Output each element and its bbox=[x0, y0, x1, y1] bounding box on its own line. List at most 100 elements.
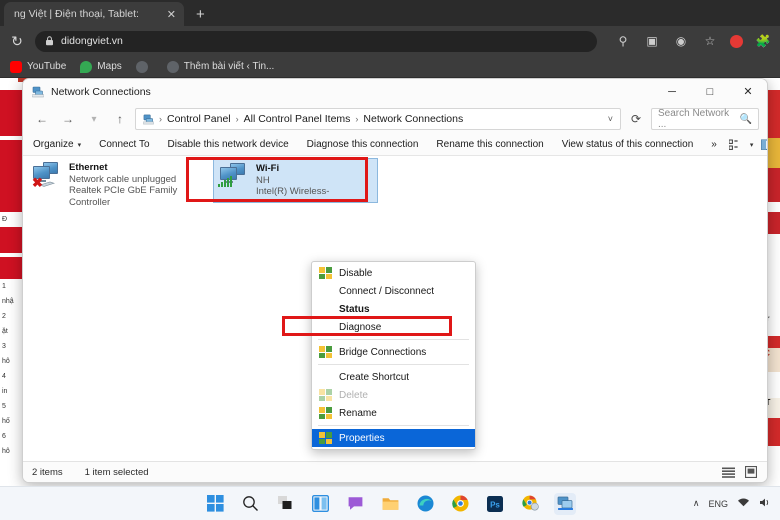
preview-pane-icon[interactable] bbox=[757, 136, 767, 154]
details-view-icon[interactable] bbox=[721, 465, 736, 479]
menu-item-create-shortcut[interactable]: Create Shortcut bbox=[312, 368, 475, 386]
wifi-icon[interactable] bbox=[737, 497, 750, 510]
close-button[interactable]: ✕ bbox=[729, 79, 767, 104]
menu-item-bridge-connections[interactable]: Bridge Connections bbox=[312, 343, 475, 361]
photoshop-button[interactable]: Ps bbox=[484, 493, 506, 515]
network-connections-taskbar-button[interactable] bbox=[554, 492, 576, 515]
blank-icon bbox=[318, 320, 332, 334]
menu-item-properties[interactable]: Properties bbox=[312, 429, 475, 447]
chrome-button[interactable] bbox=[449, 493, 471, 515]
bookmark-maps[interactable]: Maps bbox=[80, 60, 122, 73]
blank-icon bbox=[318, 370, 332, 384]
eye-off-icon[interactable]: ◉ bbox=[672, 32, 690, 50]
browser-tab[interactable]: ng Việt | Điện thoại, Tablet: ✕ bbox=[4, 2, 184, 26]
network-connections-window[interactable]: Network Connections ─ □ ✕ ← → ▾ ↑ › Cont… bbox=[22, 78, 768, 483]
breadcrumb[interactable]: › Control Panel › All Control Panel Item… bbox=[135, 108, 621, 130]
bookmark-them-bai-viet[interactable]: Thêm bài viết ‹ Tin... bbox=[166, 60, 274, 73]
command-disable-device[interactable]: Disable this network device bbox=[159, 139, 298, 150]
large-icons-view-icon[interactable] bbox=[743, 465, 758, 479]
search-icon: 🔍 bbox=[739, 113, 752, 125]
bookmark-globe[interactable] bbox=[135, 60, 153, 73]
volume-icon[interactable] bbox=[759, 497, 772, 510]
chat-button[interactable] bbox=[344, 493, 366, 515]
rail-text-0: Đ bbox=[2, 216, 8, 223]
widgets-button[interactable] bbox=[309, 493, 331, 515]
breadcrumb-separator: › bbox=[159, 114, 162, 124]
address-bar[interactable]: didongviet.vn bbox=[35, 30, 597, 52]
menu-item-status[interactable]: Status bbox=[312, 300, 475, 318]
breadcrumb-dropdown-icon[interactable]: ˅ bbox=[608, 114, 613, 124]
shield-icon bbox=[318, 406, 332, 420]
command-organize[interactable]: Organize ▾ bbox=[31, 139, 90, 150]
connection-status: NH bbox=[256, 174, 270, 186]
translate-icon[interactable]: ▣ bbox=[643, 32, 661, 50]
chevron-down-icon[interactable]: ▾ bbox=[83, 108, 105, 130]
file-explorer-button[interactable] bbox=[379, 493, 401, 515]
star-icon[interactable]: ☆ bbox=[701, 32, 719, 50]
new-tab-button[interactable]: + bbox=[196, 6, 205, 23]
command-connect-to[interactable]: Connect To bbox=[90, 139, 158, 150]
up-arrow-icon[interactable]: ↑ bbox=[109, 108, 131, 130]
refresh-icon[interactable]: ⟳ bbox=[625, 108, 647, 130]
menu-item-delete: Delete bbox=[312, 386, 475, 404]
shield-icon bbox=[318, 345, 332, 359]
menu-item-disable[interactable]: Disable bbox=[312, 264, 475, 282]
breadcrumb-all-items[interactable]: All Control Panel Items bbox=[244, 113, 351, 125]
shield-icon bbox=[318, 266, 332, 280]
rail-text-10: hố bbox=[2, 418, 10, 425]
rail-text-1: 1 bbox=[2, 283, 6, 290]
tray-chevron-icon[interactable]: ∧ bbox=[693, 498, 700, 509]
command-rename[interactable]: Rename this connection bbox=[427, 139, 552, 150]
chrome-apps-icon bbox=[521, 495, 539, 511]
search-button[interactable] bbox=[239, 493, 261, 515]
command-overflow[interactable]: » bbox=[702, 139, 726, 150]
chat-icon bbox=[348, 497, 362, 510]
menu-item-label: Disable bbox=[339, 267, 373, 279]
extensions-icon[interactable]: 🧩 bbox=[754, 32, 772, 50]
chrome-app-button[interactable] bbox=[519, 493, 541, 515]
menu-item-rename[interactable]: Rename bbox=[312, 404, 475, 422]
context-menu[interactable]: Disable Connect / Disconnect Status Diag… bbox=[311, 261, 476, 450]
connection-device: Intel(R) Wireless- bbox=[256, 186, 330, 197]
menu-item-connect-disconnect[interactable]: Connect / Disconnect bbox=[312, 282, 475, 300]
svg-text:Ps: Ps bbox=[490, 500, 500, 509]
back-arrow-icon[interactable]: ← bbox=[31, 108, 53, 130]
forward-arrow-icon[interactable]: → bbox=[57, 108, 79, 130]
connection-status: Network cable unplugged bbox=[69, 173, 177, 185]
globe-icon bbox=[135, 60, 148, 73]
command-label: Diagnose this connection bbox=[306, 139, 419, 150]
breadcrumb-control-panel[interactable]: Control Panel bbox=[167, 113, 231, 125]
rail-text-8: in bbox=[2, 388, 8, 395]
menu-item-diagnose[interactable]: Diagnose bbox=[312, 318, 475, 336]
connection-item-ethernet[interactable]: ✖ Ethernet Network cable unplugged Realt… bbox=[27, 158, 202, 212]
task-view-button[interactable] bbox=[274, 493, 296, 515]
rail-text-3: 2 bbox=[2, 313, 6, 320]
key-icon[interactable]: ⚲ bbox=[614, 32, 632, 50]
maximize-button[interactable]: □ bbox=[691, 79, 729, 104]
window-title-text: Network Connections bbox=[51, 85, 151, 98]
command-view-status[interactable]: View status of this connection bbox=[553, 139, 703, 150]
ethernet-adapter-icon: ✖ bbox=[32, 162, 62, 189]
search-input[interactable]: Search Network ... 🔍 bbox=[651, 108, 759, 130]
view-options-icon[interactable] bbox=[726, 136, 746, 154]
connection-item-wifi[interactable]: Wi-Fi NH Intel(R) Wireless- bbox=[213, 158, 378, 203]
selection-count: 1 item selected bbox=[84, 466, 149, 478]
start-button[interactable] bbox=[204, 493, 226, 515]
window-title-bar[interactable]: Network Connections ─ □ ✕ bbox=[23, 79, 767, 104]
menu-item-label: Create Shortcut bbox=[339, 371, 410, 383]
reload-icon[interactable]: ↻ bbox=[8, 32, 26, 50]
system-tray: ∧ ENG bbox=[693, 497, 772, 510]
close-icon[interactable]: ✕ bbox=[167, 8, 176, 21]
command-diagnose[interactable]: Diagnose this connection bbox=[298, 139, 428, 150]
chevron-down-icon[interactable]: ▾ bbox=[750, 141, 754, 149]
bookmarks-bar: YouTube Maps Thêm bài viết ‹ Tin... bbox=[0, 56, 780, 78]
minimize-button[interactable]: ─ bbox=[653, 79, 691, 104]
profile-icon[interactable] bbox=[730, 34, 743, 48]
youtube-icon bbox=[10, 60, 22, 73]
edge-button[interactable] bbox=[414, 493, 436, 515]
wifi-adapter-icon bbox=[218, 163, 249, 189]
bookmark-youtube[interactable]: YouTube bbox=[10, 60, 66, 73]
menu-item-label: Properties bbox=[339, 432, 385, 444]
breadcrumb-network-connections[interactable]: Network Connections bbox=[363, 113, 463, 125]
language-indicator[interactable]: ENG bbox=[708, 499, 728, 509]
